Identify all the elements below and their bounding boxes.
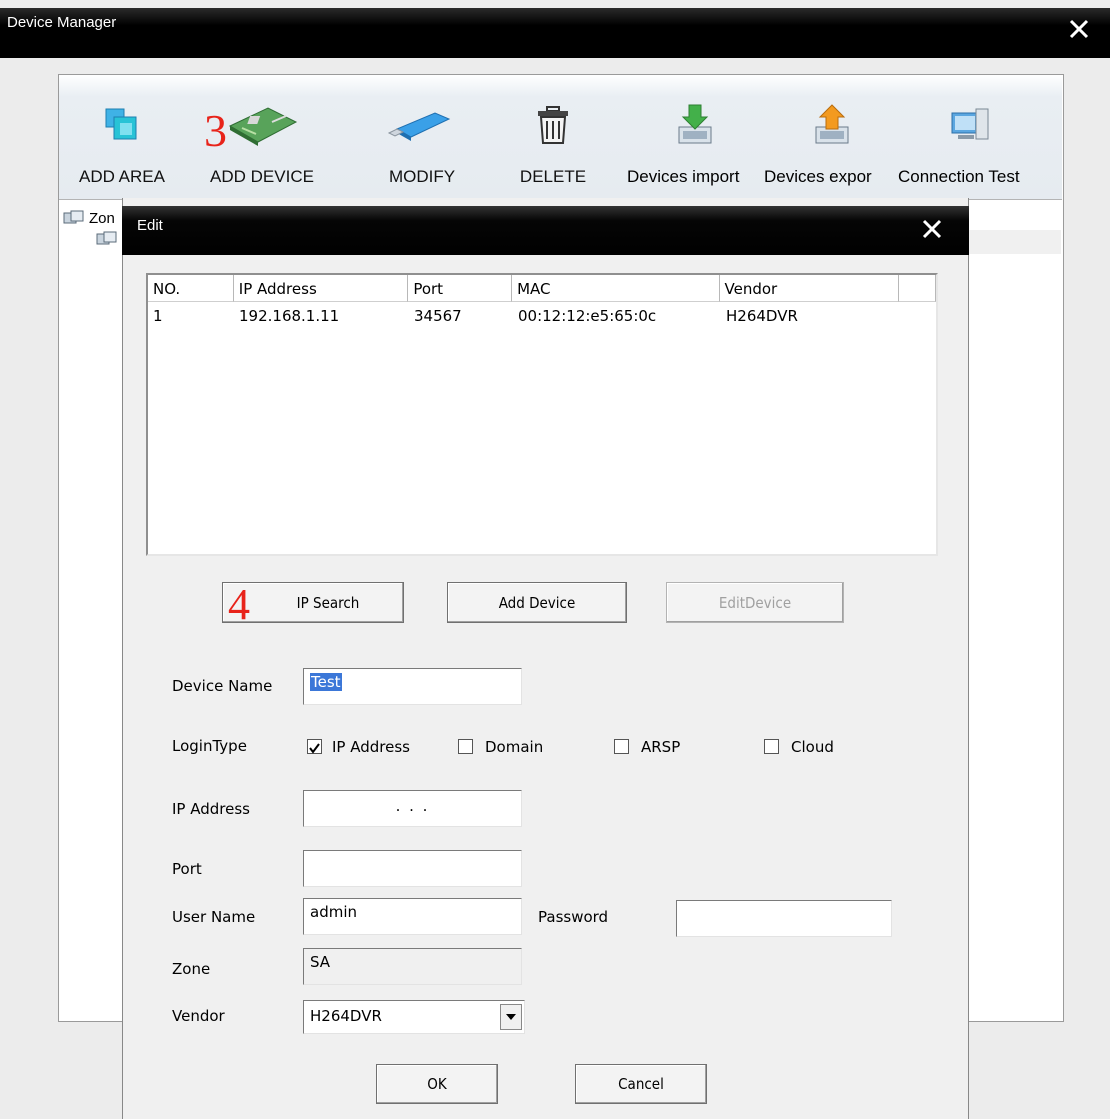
column-header-vendor[interactable]: Vendor	[719, 275, 900, 302]
zone-label: Zone	[172, 960, 211, 978]
login-type-label: LoginType	[172, 737, 247, 755]
password-input[interactable]	[676, 900, 892, 937]
user-name-input[interactable]: admin	[303, 898, 522, 935]
device-name-value: Test	[310, 673, 342, 691]
step-4-annotation: 4	[228, 580, 250, 629]
login-cloud-checkbox[interactable]	[764, 739, 779, 754]
login-ip-address-label: IP Address	[332, 738, 410, 756]
table-row[interactable]: 1 192.168.1.11 34567 00:12:12:e5:65:0c H…	[148, 305, 901, 327]
login-arsp-label: ARSP	[641, 738, 681, 756]
tree-root-label: Zon	[89, 209, 115, 227]
trash-icon	[523, 95, 583, 155]
vendor-select[interactable]: H264DVR	[303, 1000, 525, 1034]
cell-ip-address: 192.168.1.11	[239, 307, 340, 325]
zone-input[interactable]: SA	[303, 948, 522, 985]
devices-export-label-row: Devices expor	[764, 167, 872, 186]
login-arsp-checkbox[interactable]	[614, 739, 629, 754]
login-domain-checkbox[interactable]	[458, 739, 473, 754]
main-window-title: Device Manager	[7, 14, 117, 31]
login-ip-address-checkbox[interactable]	[307, 739, 322, 754]
login-cloud-label: Cloud	[791, 738, 834, 756]
main-title-bar[interactable]	[0, 8, 1110, 58]
ip-search-label: IP Search	[296, 593, 360, 612]
connection-test-label: Connection Test	[898, 167, 1020, 186]
device-name-label: Device Name	[172, 677, 273, 695]
port-label: Port	[172, 860, 202, 878]
add-device-dialog-button[interactable]: Add Device	[447, 582, 627, 623]
cell-no: 1	[153, 307, 163, 325]
vendor-label: Vendor	[172, 1007, 225, 1025]
column-header-mac[interactable]: MAC	[512, 275, 720, 302]
toolbar-label-row: Devices import Devices expor Connection …	[62, 167, 1062, 191]
ip-address-label: IP Address	[172, 800, 250, 818]
cell-vendor: H264DVR	[726, 307, 798, 325]
zone-folder-icon	[63, 210, 85, 226]
vendor-selected-value: H264DVR	[310, 1007, 382, 1025]
column-header-no[interactable]: NO.	[148, 275, 234, 302]
device-name-input[interactable]: Test	[303, 668, 522, 705]
export-icon	[802, 95, 862, 155]
edit-title-bar[interactable]	[122, 206, 969, 255]
main-close-icon[interactable]	[1062, 12, 1096, 46]
tree-child-device-icon[interactable]	[96, 230, 118, 252]
column-header-ip-address[interactable]: IP Address	[233, 275, 409, 302]
step-3-annotation: 3	[204, 105, 227, 156]
ip-address-input[interactable]: . . .	[303, 790, 522, 827]
column-header-extra[interactable]	[899, 275, 936, 302]
cell-mac: 00:12:12:e5:65:0c	[518, 307, 657, 325]
login-domain-label: Domain	[485, 738, 544, 756]
tree-selection-strip	[966, 230, 1061, 254]
chevron-down-icon[interactable]	[500, 1004, 522, 1030]
add-area-icon	[92, 95, 152, 155]
edit-close-icon[interactable]	[918, 215, 946, 243]
device-search-table[interactable]: NO. IP Address Port MAC Vendor 1 192.168…	[146, 273, 938, 556]
devices-import-label-row: Devices import	[627, 167, 740, 186]
column-header-port[interactable]: Port	[408, 275, 513, 302]
cancel-button[interactable]: Cancel	[575, 1064, 707, 1104]
tree-root-zone[interactable]: Zon	[63, 206, 115, 230]
edit-dialog-title: Edit	[137, 217, 163, 234]
ok-button[interactable]: OK	[376, 1064, 498, 1104]
connection-test-icon	[940, 95, 1000, 155]
user-name-label: User Name	[172, 908, 256, 926]
edit-device-button[interactable]: EditDevice	[666, 582, 844, 623]
table-header: NO. IP Address Port MAC Vendor	[148, 275, 936, 302]
import-icon	[665, 95, 725, 155]
modify-usb-icon	[382, 95, 462, 155]
checkmark-icon	[309, 743, 320, 754]
add-device-card-icon	[222, 95, 302, 155]
cell-port: 34567	[414, 307, 462, 325]
password-label: Password	[538, 908, 609, 926]
port-input[interactable]	[303, 850, 522, 887]
